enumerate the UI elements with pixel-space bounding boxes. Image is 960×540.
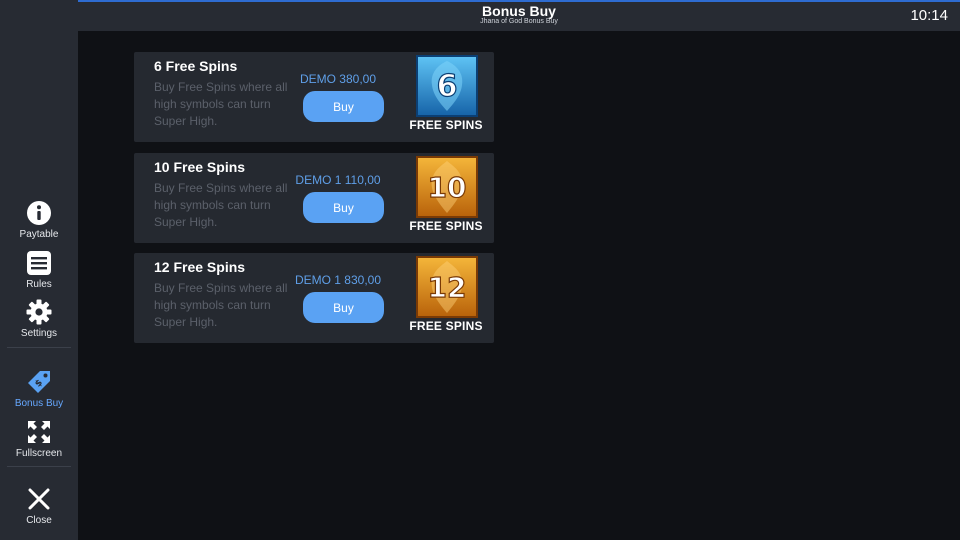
offer-price: DEMO 1 830,00 [294,273,382,287]
buy-button[interactable]: Buy [303,292,384,323]
tag-icon: $ [25,368,53,396]
offer-description: Buy Free Spins where all high symbols ca… [154,181,288,229]
sidebar-item-label: Close [26,515,52,526]
sidebar: Paytable Rules Settings $ Bonus Buy Full… [0,0,78,540]
sidebar-item-label: Paytable [19,229,59,240]
sidebar-item-paytable[interactable]: Paytable [0,199,78,240]
rules-icon [25,249,53,277]
svg-text:12: 12 [428,271,467,304]
offer-card-12-free-spins: 12 Free Spins Buy Free Spins where all h… [134,253,494,343]
clock: 10:14 [910,7,948,24]
header-bar: Bonus Buy Jhana of God Bonus Buy 10:14 [78,0,960,31]
sidebar-item-fullscreen[interactable]: Fullscreen [0,418,78,459]
badge-label: FREE SPINS [409,319,483,333]
badge-label: FREE SPINS [409,118,483,132]
page-subtitle: Jhana of God Bonus Buy [480,18,558,25]
free-spins-badge-icon: 10 [416,156,478,218]
offer-price: DEMO 1 110,00 [295,173,381,187]
offer-title: 10 Free Spins [154,159,246,175]
svg-text:6: 6 [437,69,458,104]
fullscreen-icon [25,418,53,446]
free-spins-badge-icon: 6 [416,55,478,117]
offer-card-10-free-spins: 10 Free Spins Buy Free Spins where all h… [134,153,494,243]
gear-icon [25,298,53,326]
svg-text:10: 10 [428,171,467,204]
sidebar-item-bonus-buy[interactable]: $ Bonus Buy [0,368,78,409]
offer-card-6-free-spins: 6 Free Spins Buy Free Spins where all hi… [134,52,494,142]
close-icon [25,485,53,513]
offer-price: DEMO 380,00 [299,72,377,86]
info-icon [25,199,53,227]
buy-button[interactable]: Buy [303,192,384,223]
offer-description: Buy Free Spins where all high symbols ca… [154,281,288,329]
sidebar-divider [7,466,71,467]
sidebar-item-label: Settings [20,328,58,339]
offer-description: Buy Free Spins where all high symbols ca… [154,80,288,128]
free-spins-badge-icon: 12 [416,256,478,318]
sidebar-item-label: Bonus Buy [14,398,64,409]
page-title: Bonus Buy [482,3,556,19]
sidebar-item-settings[interactable]: Settings [0,298,78,339]
sidebar-divider [7,347,71,348]
buy-button[interactable]: Buy [303,91,384,122]
sidebar-item-label: Fullscreen [15,448,63,459]
sidebar-item-label: Rules [26,279,52,290]
sidebar-item-close[interactable]: Close [0,485,78,526]
sidebar-item-rules[interactable]: Rules [0,249,78,290]
badge-label: FREE SPINS [409,219,483,233]
offer-title: 12 Free Spins [154,259,246,275]
offer-title: 6 Free Spins [154,58,238,74]
